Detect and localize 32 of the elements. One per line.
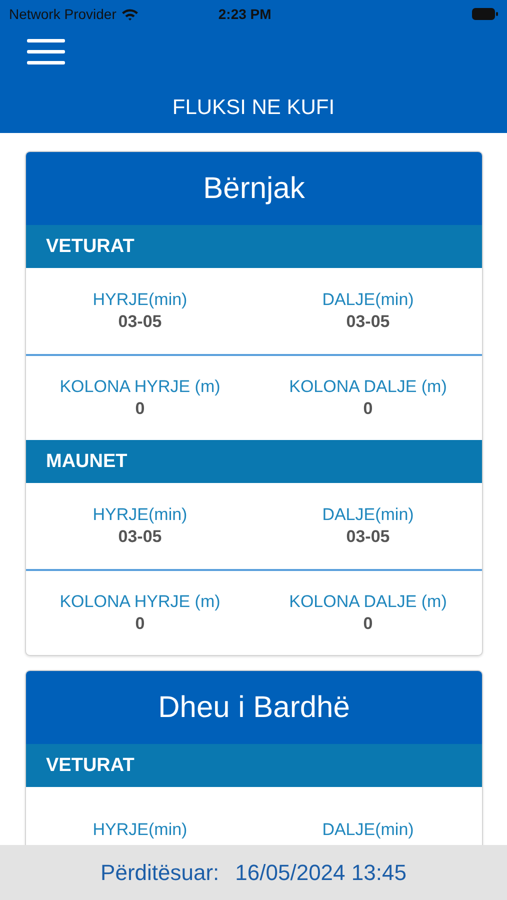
crossing-name: Dheu i Bardhë <box>26 671 482 744</box>
metric-label: KOLONA DALJE (m) <box>289 377 447 397</box>
wifi-icon <box>121 8 140 20</box>
menu-button[interactable] <box>27 39 65 65</box>
metric-value: 0 <box>135 614 145 634</box>
metric-value: 0 <box>135 399 145 419</box>
section-header: VETURAT <box>26 744 482 787</box>
section-header: MAUNET <box>26 440 482 483</box>
metric-label: KOLONA HYRJE (m) <box>60 377 220 397</box>
section-header: VETURAT <box>26 225 482 268</box>
metric-label: DALJE(min) <box>322 820 414 840</box>
metric-value: 03-05 <box>118 312 162 332</box>
updated-label: Përditësuar: <box>100 860 220 886</box>
menu-icon <box>27 39 65 65</box>
metric-label: HYRJE(min) <box>92 290 188 310</box>
metric-value: 03-05 <box>118 527 162 547</box>
metric-value: 0 <box>363 399 373 419</box>
metric-value: 0 <box>363 614 373 634</box>
page-title: FLUKSI NE KUFI <box>171 96 336 120</box>
updated-timestamp: 16/05/2024 13:45 <box>235 860 406 886</box>
metric-label: HYRJE(min) <box>92 505 188 525</box>
metric-label: HYRJE(min) <box>92 820 188 840</box>
battery-icon <box>472 8 498 20</box>
metric-value: 03-05 <box>346 527 390 547</box>
status-time: 2:23 PM <box>218 6 272 22</box>
metric-label: KOLONA DALJE (m) <box>289 592 447 612</box>
metric-label: DALJE(min) <box>322 290 414 310</box>
metric-value: 03-05 <box>346 312 390 332</box>
carrier-name: Network Provider <box>9 6 116 22</box>
metric-label: DALJE(min) <box>322 505 414 525</box>
metric-label: KOLONA HYRJE (m) <box>60 592 220 612</box>
crossing-name: Bërnjak <box>26 152 482 225</box>
